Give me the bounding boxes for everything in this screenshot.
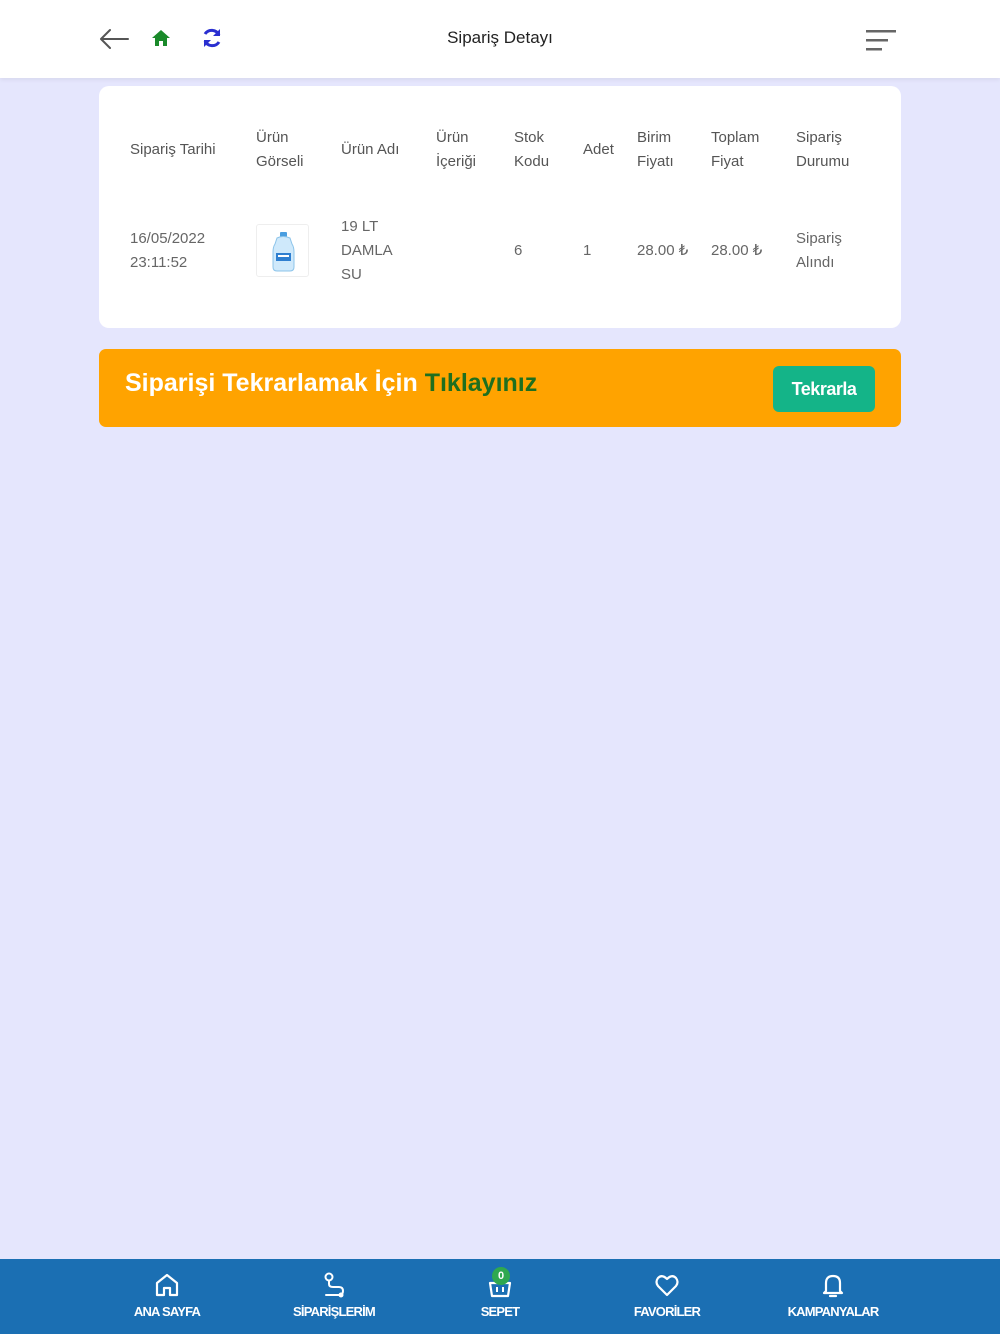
- product-name-line2: DAMLA: [341, 242, 393, 259]
- nav-item-campaigns[interactable]: KAMPANYALAR: [763, 1259, 903, 1334]
- header-order-status-line2: Durumu: [796, 153, 850, 170]
- water-bottle-icon: [272, 232, 295, 272]
- page-title: Sipariş Detayı: [447, 28, 553, 47]
- order-status-cell: Sipariş Alındı: [796, 227, 842, 275]
- header-unit-price-line1: Birim: [637, 129, 672, 146]
- nav-item-cart[interactable]: 0 SEPET: [430, 1259, 570, 1334]
- header-stock-code-line1: Stok: [514, 129, 545, 146]
- nav-item-orders[interactable]: SİPARİŞLERİM: [264, 1259, 404, 1334]
- header-total-price-line2: Fiyat: [711, 153, 744, 170]
- header-total-price-line1: Toplam: [711, 129, 760, 146]
- bell-icon: [822, 1274, 844, 1298]
- repeat-order-message: Siparişi Tekrarlamak İçin Tıklayınız: [125, 369, 537, 398]
- repeat-order-text: Siparişi Tekrarlamak İçin: [125, 369, 418, 397]
- header-product-image-line2: Görseli: [256, 153, 304, 170]
- nav-label-favorites: FAVORİLER: [633, 1304, 701, 1319]
- top-app-bar: Sipariş Detayı: [0, 0, 1000, 78]
- stock-code-cell: 6: [514, 242, 523, 259]
- product-name-line3: SU: [341, 266, 362, 283]
- product-name-cell: 19 LT DAMLA SU: [341, 215, 393, 287]
- product-image[interactable]: [256, 224, 309, 277]
- order-detail-table: Sipariş Tarihi Ürün Görseli Ürün Adı Ürü…: [99, 86, 901, 328]
- header-total-price: Toplam Fiyat: [711, 126, 759, 174]
- header-order-status-line1: Sipariş: [796, 129, 842, 146]
- quantity-cell: 1: [583, 242, 592, 259]
- repeat-order-highlight: Tıklayınız: [424, 369, 538, 397]
- total-price-cell: 28.00 ₺: [711, 242, 763, 259]
- header-product-content: Ürün İçeriği: [436, 126, 476, 174]
- header-order-date: Sipariş Tarihi: [130, 141, 216, 158]
- nav-label-orders: SİPARİŞLERİM: [293, 1304, 376, 1319]
- order-status-line1: Sipariş: [796, 230, 842, 247]
- header-product-image-line1: Ürün: [256, 129, 289, 146]
- orders-route-icon: [324, 1272, 345, 1298]
- nav-item-home[interactable]: ANA SAYFA: [97, 1259, 237, 1334]
- nav-label-cart: SEPET: [480, 1304, 520, 1319]
- order-date: 16/05/2022: [130, 230, 206, 247]
- header-unit-price-line2: Fiyatı: [637, 153, 674, 170]
- header-order-status: Sipariş Durumu: [796, 126, 849, 174]
- order-date-cell: 16/05/2022 23:11:52: [130, 227, 205, 275]
- header-product-content-line2: İçeriği: [436, 153, 477, 170]
- product-name-line1: 19 LT: [341, 218, 379, 235]
- menu-icon[interactable]: [864, 27, 898, 53]
- bottom-navigation: ANA SAYFA SİPARİŞLERİM 0 SEPET FAVORİLER…: [0, 1259, 1000, 1334]
- nav-label-home: ANA SAYFA: [133, 1304, 201, 1319]
- home-outline-icon: [155, 1273, 179, 1297]
- order-status-line2: Alındı: [796, 254, 835, 271]
- nav-label-campaigns: KAMPANYALAR: [787, 1304, 880, 1319]
- heart-icon: [655, 1275, 679, 1297]
- header-quantity: Adet: [583, 141, 614, 158]
- header-stock-code: Stok Kodu: [514, 126, 549, 174]
- header-product-name: Ürün Adı: [341, 141, 400, 158]
- order-time: 23:11:52: [130, 254, 188, 271]
- unit-price-cell: 28.00 ₺: [637, 242, 689, 259]
- header-stock-code-line2: Kodu: [514, 153, 550, 170]
- nav-item-favorites[interactable]: FAVORİLER: [597, 1259, 737, 1334]
- cart-count-badge: 0: [492, 1267, 510, 1285]
- repeat-order-button[interactable]: Tekrarla: [773, 366, 875, 412]
- header-product-image: Ürün Görseli: [256, 126, 304, 174]
- header-unit-price: Birim Fiyatı: [637, 126, 674, 174]
- header-product-content-line1: Ürün: [436, 129, 469, 146]
- repeat-order-banner: Siparişi Tekrarlamak İçin Tıklayınız Tek…: [99, 349, 901, 427]
